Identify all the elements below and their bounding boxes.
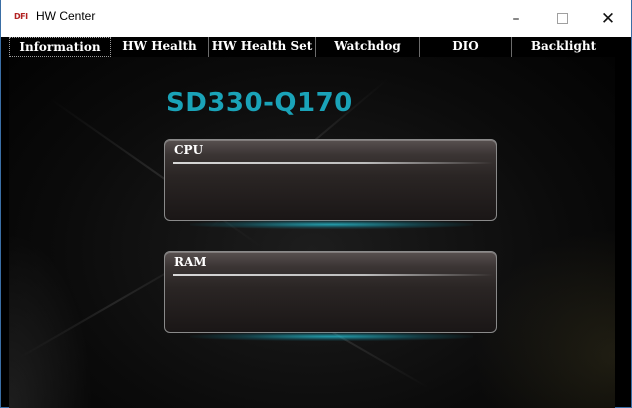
tab-dio[interactable]: DIO — [420, 37, 512, 57]
tab-hw-health-set[interactable]: HW Health Set — [209, 37, 316, 57]
divider — [173, 274, 493, 276]
information-panel: SD330-Q170 CPU RAM — [9, 57, 615, 408]
window-title: HW Center — [36, 9, 96, 23]
close-icon: ✕ — [600, 8, 616, 29]
tab-information[interactable]: Information — [9, 37, 111, 57]
ram-info-panel: RAM — [164, 251, 497, 341]
cpu-info-panel: CPU — [164, 139, 497, 229]
panel-glow — [190, 220, 473, 229]
model-name: SD330-Q170 — [166, 88, 353, 118]
dfi-logo-icon: DFI — [14, 12, 28, 21]
tab-backlight[interactable]: Backlight — [512, 37, 615, 57]
close-button[interactable]: ✕ — [585, 4, 631, 33]
ram-panel-label: RAM — [174, 255, 207, 269]
minimize-icon: – — [512, 10, 520, 27]
divider — [173, 162, 493, 164]
maximize-button[interactable] — [539, 4, 585, 33]
app-window: DFI HW Center – ✕ Information HW Health … — [0, 0, 632, 408]
tab-bar: Information HW Health HW Health Set Watc… — [9, 37, 615, 57]
cpu-panel-label: CPU — [174, 143, 204, 157]
maximize-icon — [556, 13, 568, 24]
panel-glow — [190, 332, 473, 341]
title-bar[interactable]: DFI HW Center – ✕ — [1, 0, 631, 37]
tab-hw-health[interactable]: HW Health — [111, 37, 209, 57]
tab-watchdog[interactable]: Watchdog — [316, 37, 420, 57]
minimize-button[interactable]: – — [493, 4, 539, 33]
